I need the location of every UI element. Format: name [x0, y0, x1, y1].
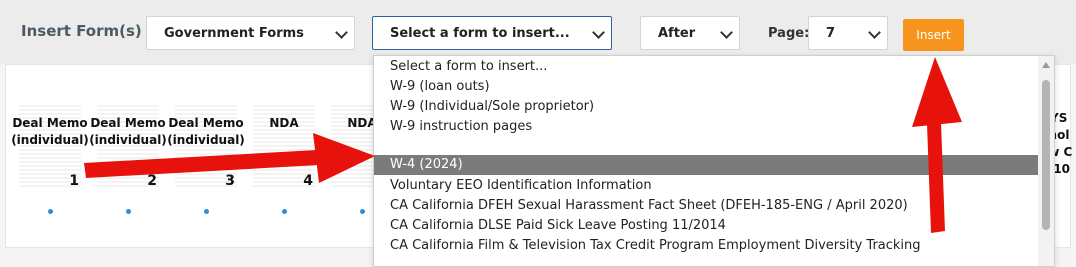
arrow-to-w4-option	[84, 133, 375, 183]
annotation-arrows	[84, 57, 962, 233]
arrow-to-insert-button	[912, 57, 962, 233]
